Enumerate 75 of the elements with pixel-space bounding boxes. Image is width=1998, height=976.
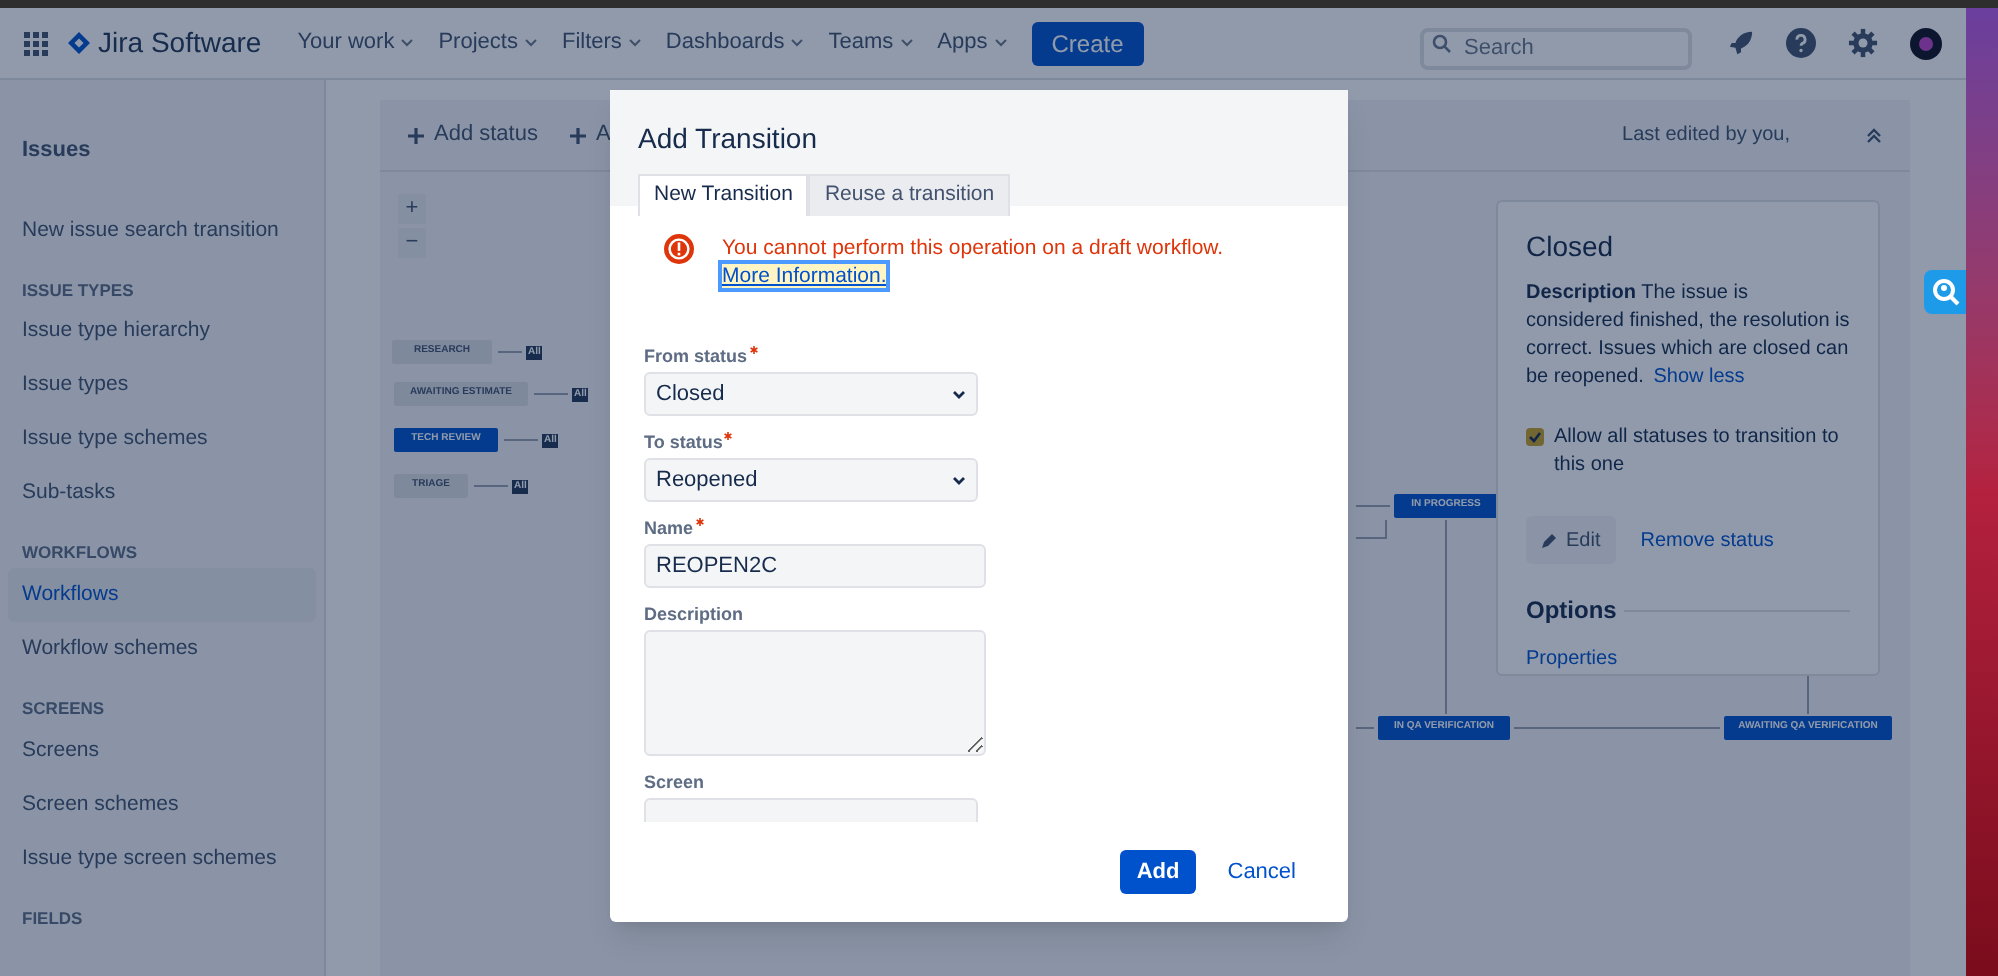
caret-icon	[790, 38, 805, 48]
sidebar-item[interactable]: Workflows	[8, 568, 316, 622]
field-label: From status	[644, 346, 748, 366]
dialog-tab[interactable]: New Transition	[638, 174, 809, 216]
field-label: To status	[644, 432, 723, 452]
sidebar-item[interactable]: Sub-tasks	[8, 466, 316, 521]
caret-icon	[627, 38, 642, 48]
sidebar-item[interactable]: Workflow schemes	[8, 622, 316, 676]
caret-icon	[993, 38, 1008, 48]
add-button[interactable]: A	[569, 118, 611, 152]
dialog-tab[interactable]: Reuse a transition	[808, 174, 1011, 216]
textarea-field[interactable]	[644, 630, 986, 756]
help-widget-icon[interactable]	[1924, 270, 1966, 314]
avatar-icon[interactable]	[1910, 27, 1942, 59]
section-heading: WORKFLOWS	[20, 540, 140, 566]
nav-menu[interactable]: Filters	[561, 26, 642, 60]
error-message: You cannot perform this operation on a draft workflow. More Information.	[722, 234, 1226, 290]
settings-icon[interactable]	[1848, 28, 1878, 58]
zoom-button[interactable]: +	[398, 194, 426, 224]
dialog-title: Add Transition	[638, 120, 819, 158]
caret-icon	[523, 38, 538, 48]
chevron-icon	[952, 475, 966, 485]
add-button[interactable]: Add	[1120, 850, 1196, 894]
section-heading: FIELDS	[20, 905, 85, 931]
sidebar-item[interactable]: Issue type hierarchy	[8, 304, 316, 359]
sidebar-item[interactable]: Screen schemes	[8, 777, 316, 832]
sidebar-item[interactable]: New issue search transition	[8, 203, 316, 257]
rocket-icon[interactable]	[1728, 30, 1754, 56]
collapse-icon[interactable]	[1866, 127, 1882, 143]
nav-menu[interactable]: Apps	[937, 26, 1008, 60]
help-icon[interactable]	[1786, 28, 1816, 58]
field-label: Description	[644, 604, 744, 624]
select-field[interactable]: Reopened	[644, 458, 978, 502]
pencil-icon	[1542, 532, 1558, 548]
field-label: Screen	[644, 772, 705, 792]
zoom-button[interactable]: −	[398, 228, 426, 258]
add-button[interactable]: Add status	[408, 118, 538, 152]
caret-icon	[899, 38, 914, 48]
plus-icon	[408, 127, 424, 143]
error-icon	[664, 234, 694, 264]
product-name[interactable]: Jira Software	[98, 22, 262, 64]
edit-button[interactable]: Edit	[1526, 516, 1617, 564]
sidebar-item[interactable]: Issue type schemes	[8, 412, 316, 467]
panel-title: Closed	[1526, 228, 1616, 266]
options-heading: Options	[1526, 594, 1617, 628]
plus-icon	[569, 127, 586, 143]
create-button[interactable]: Create	[1031, 21, 1144, 65]
remove-status-link[interactable]: Remove status	[1640, 525, 1774, 555]
select-field[interactable]: Closed	[644, 372, 978, 416]
cancel-button[interactable]: Cancel	[1227, 850, 1296, 894]
search-icon	[1432, 34, 1452, 54]
properties-link[interactable]: Properties	[1526, 644, 1850, 674]
app-switcher-icon[interactable]	[24, 31, 48, 55]
nav-menu[interactable]: Teams	[828, 26, 914, 60]
caret-icon	[400, 38, 415, 48]
nav-menu[interactable]: Dashboards	[665, 26, 805, 60]
checkbox-label: Allow all statuses to transition to this one	[1554, 424, 1841, 480]
field-label: Name	[644, 518, 694, 538]
text-field[interactable]: REOPEN2C	[644, 544, 986, 588]
last-edited-text: Last edited by you,	[1622, 122, 1790, 150]
more-information-link[interactable]: More Information.	[722, 264, 887, 288]
sidebar-item[interactable]: Issue type screen schemes	[8, 831, 316, 886]
nav-menu[interactable]: Your work	[297, 26, 415, 60]
sidebar-title: Issues	[20, 136, 93, 166]
logo-icon	[68, 32, 90, 54]
search-field[interactable]: Search	[1420, 27, 1692, 69]
sidebar-item[interactable]: Issue types	[8, 358, 316, 413]
nav-menu[interactable]: Projects	[438, 26, 538, 60]
sidebar-item[interactable]: Screens	[8, 723, 316, 778]
section-heading: ISSUE TYPES	[20, 277, 136, 303]
allow-all-checkbox[interactable]	[1526, 428, 1544, 446]
show-less-link[interactable]: Show less	[1653, 366, 1745, 388]
section-heading: SCREENS	[20, 696, 107, 722]
chevron-icon	[952, 389, 966, 399]
status-description: Description The issue is considered finished, the resolution is correct. Issues which are closed can be reopened. Show less	[1526, 280, 1850, 392]
